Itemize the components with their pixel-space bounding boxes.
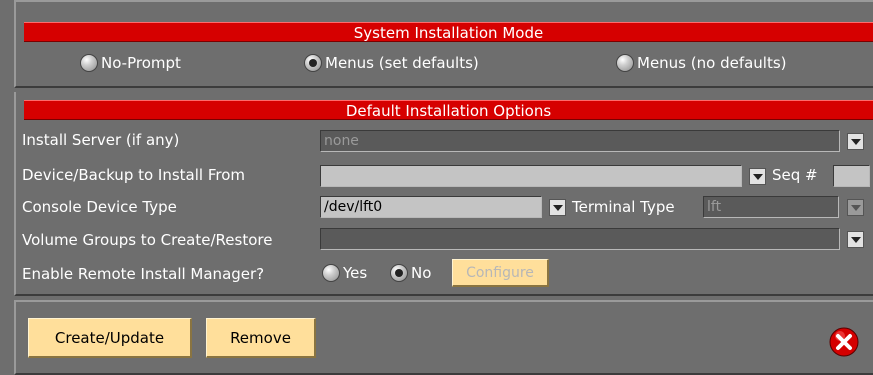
radio-label: Menus (no defaults) [637,54,787,72]
radio-menus-no-defaults[interactable]: Menus (no defaults) [616,54,787,72]
default-options-header: Default Installation Options [24,100,873,120]
chevron-down-icon [850,236,861,243]
install-server-label: Install Server (if any) [22,131,180,149]
chevron-down-icon [850,138,861,145]
console-device-label: Console Device Type [22,198,177,216]
radio-label: Yes [343,264,368,282]
radio-label: No-Prompt [101,54,181,72]
radio-button-selected-icon [390,264,408,282]
radio-menus-set-defaults[interactable]: Menus (set defaults) [304,54,479,72]
radio-button-icon [616,54,634,72]
device-backup-field[interactable] [320,165,742,187]
seq-label: Seq # [772,166,818,184]
chevron-down-icon [850,204,861,211]
remove-button[interactable]: Remove [206,318,316,358]
device-backup-label: Device/Backup to Install From [22,166,246,184]
radio-label: Menus (set defaults) [325,54,479,72]
chevron-down-icon [552,204,563,211]
terminal-type-label: Terminal Type [572,198,675,216]
terminal-type-field[interactable]: lft [703,196,839,218]
configure-button[interactable]: Configure [452,259,549,287]
radio-remote-yes[interactable]: Yes [322,264,367,282]
volume-groups-dropdown[interactable] [847,231,864,248]
radio-remote-no[interactable]: No [390,264,431,282]
create-update-button[interactable]: Create/Update [28,318,192,358]
radio-button-icon [322,264,340,282]
radio-no-prompt[interactable]: No-Prompt [80,54,181,72]
radio-button-selected-icon [304,54,322,72]
seq-field[interactable] [833,165,870,187]
terminal-type-dropdown [847,199,864,216]
radio-label: No [411,264,432,282]
install-mode-header: System Installation Mode [24,22,873,42]
install-mode-panel: System Installation Mode No-Prompt Menus… [14,0,873,88]
install-server-dropdown[interactable] [847,133,864,150]
console-device-field[interactable]: /dev/lft0 [320,196,542,218]
install-server-field[interactable]: none [320,130,840,152]
radio-button-icon [80,54,98,72]
volume-groups-field[interactable] [320,228,840,250]
console-device-dropdown[interactable] [549,199,566,216]
device-backup-dropdown[interactable] [749,168,766,185]
remote-manager-label: Enable Remote Install Manager? [22,265,265,283]
volume-groups-label: Volume Groups to Create/Restore [22,231,273,249]
chevron-down-icon [752,173,763,180]
close-x-icon[interactable] [829,327,859,357]
